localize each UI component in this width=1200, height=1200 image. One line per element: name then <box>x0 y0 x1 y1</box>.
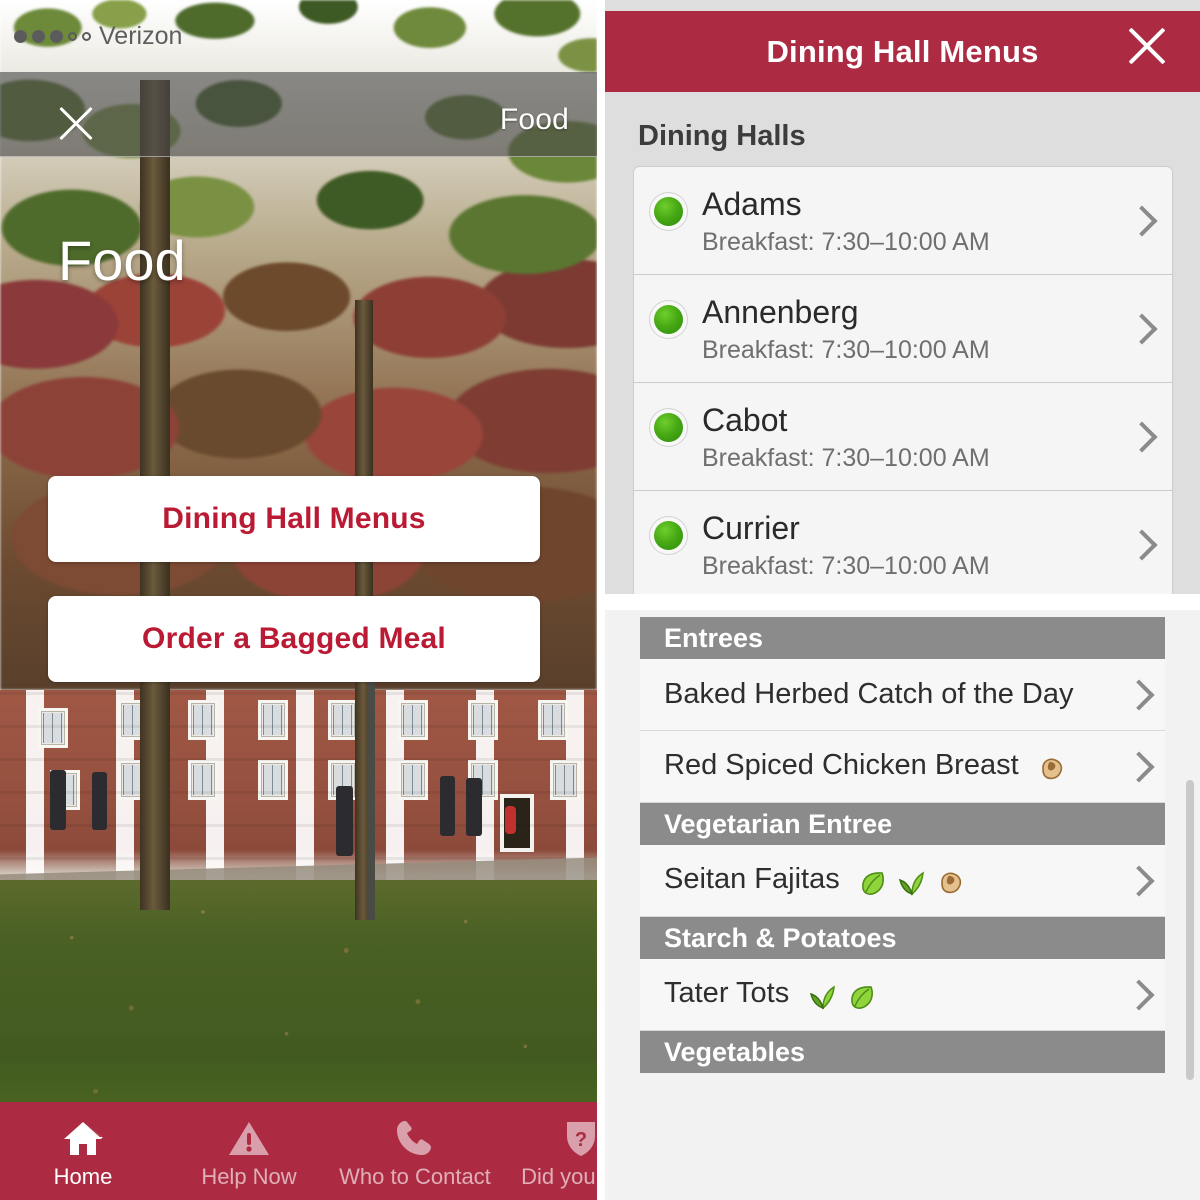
list-item[interactable]: Currier Breakfast: 7:30–10:00 AM <box>634 491 1172 594</box>
person <box>336 786 353 856</box>
status-dot-open <box>654 413 683 442</box>
leaf-vegetarian-icon <box>847 982 877 1012</box>
person <box>440 776 455 836</box>
dining-hall-name: Cabot <box>702 402 788 438</box>
seedling-vegan-icon <box>808 982 838 1012</box>
tab-who-to-contact-label: Who to Contact <box>339 1164 491 1189</box>
dining-hall-name: Adams <box>702 186 802 222</box>
menu-item-name: Tater Tots <box>664 976 790 1009</box>
dining-hall-hours: Breakfast: 7:30–10:00 AM <box>702 336 990 364</box>
menu-section-header: Vegetarian Entree <box>640 803 1165 845</box>
left-phone-screen: Verizon Food Food Dining Hall Menus Orde… <box>0 0 597 1200</box>
menu-item-name: Baked Herbed Catch of the Day <box>664 677 1074 710</box>
dining-halls-list: Adams Breakfast: 7:30–10:00 AM Annenberg… <box>633 166 1173 594</box>
dining-hall-name: Annenberg <box>702 294 859 330</box>
tab-home-label: Home <box>53 1164 113 1189</box>
chevron-right-icon <box>1131 207 1146 234</box>
dining-halls-section-label: Dining Halls <box>638 120 806 152</box>
tab-did-you-know[interactable]: ? Did you Kno <box>498 1102 597 1200</box>
dining-hall-menus-button-label: Dining Hall Menus <box>162 502 426 535</box>
seedling-vegan-icon <box>897 868 927 898</box>
menu-detail-screen: Entrees Baked Herbed Catch of the Day Re… <box>605 610 1200 1200</box>
list-item[interactable]: Adams Breakfast: 7:30–10:00 AM <box>634 167 1172 275</box>
vertical-scrollbar[interactable] <box>1186 780 1194 1080</box>
tab-help-now-label: Help Now <box>201 1164 297 1189</box>
chevron-right-icon <box>1128 981 1143 1008</box>
menu-item-name: Seitan Fajitas <box>664 862 840 895</box>
list-item[interactable]: Red Spiced Chicken Breast <box>640 731 1165 803</box>
status-bar: Verizon <box>0 0 597 72</box>
dining-hall-menus-button[interactable]: Dining Hall Menus <box>48 476 540 562</box>
order-bagged-meal-button[interactable]: Order a Bagged Meal <box>48 596 540 682</box>
page-title: Food <box>58 229 186 292</box>
menu-sections: Entrees Baked Herbed Catch of the Day Re… <box>640 617 1165 1073</box>
list-item[interactable]: Baked Herbed Catch of the Day <box>640 659 1165 731</box>
chevron-right-icon <box>1128 753 1143 780</box>
person <box>92 772 107 830</box>
leaf-vegetarian-icon <box>858 868 888 898</box>
app-screenshot: Verizon Food Food Dining Hall Menus Orde… <box>0 0 1200 1200</box>
modal-title: Dining Hall Menus <box>766 33 1039 69</box>
tab-who-to-contact[interactable]: Who to Contact <box>332 1102 498 1200</box>
list-item[interactable]: Annenberg Breakfast: 7:30–10:00 AM <box>634 275 1172 383</box>
list-item[interactable]: Cabot Breakfast: 7:30–10:00 AM <box>634 383 1172 491</box>
dietary-badges <box>858 868 966 898</box>
dining-hall-hours: Breakfast: 7:30–10:00 AM <box>702 444 990 472</box>
dining-hall-hours: Breakfast: 7:30–10:00 AM <box>702 228 990 256</box>
list-item[interactable]: Seitan Fajitas <box>640 845 1165 917</box>
dietary-badges <box>1037 754 1067 784</box>
dining-halls-screen: Dining Hall Menus Dining Halls Adams Bre… <box>605 0 1200 594</box>
phone-icon <box>393 1118 437 1158</box>
order-bagged-meal-button-label: Order a Bagged Meal <box>142 622 446 655</box>
chevron-right-icon <box>1131 423 1146 450</box>
menu-item-name: Red Spiced Chicken Breast <box>664 748 1019 781</box>
svg-text:?: ? <box>575 1129 587 1151</box>
peanut-allergen-icon <box>1037 754 1067 784</box>
shield-question-icon: ? <box>559 1118 597 1158</box>
peanut-allergen-icon <box>936 868 966 898</box>
close-x-icon[interactable] <box>52 100 100 148</box>
menu-section-header: Entrees <box>640 617 1165 659</box>
bottom-tab-bar: Home Help Now Who to Contact ? Did you <box>0 1102 597 1200</box>
carrier-label: Verizon <box>99 21 183 50</box>
person <box>50 770 66 830</box>
menu-section-header: Starch & Potatoes <box>640 917 1165 959</box>
status-dot-open <box>654 521 683 550</box>
tab-home[interactable]: Home <box>0 1102 166 1200</box>
dining-hall-hours: Breakfast: 7:30–10:00 AM <box>702 552 990 580</box>
nav-title: Food <box>499 103 569 136</box>
chevron-right-icon <box>1128 867 1143 894</box>
chevron-right-icon <box>1131 315 1146 342</box>
lamp-post <box>368 640 375 920</box>
list-item[interactable]: Tater Tots <box>640 959 1165 1031</box>
tab-did-you-know-label: Did you Kno <box>521 1164 597 1189</box>
warning-triangle-icon <box>227 1118 271 1158</box>
menu-section-header: Vegetables <box>640 1031 1165 1073</box>
dining-hall-name: Currier <box>702 510 800 546</box>
dietary-badges <box>808 982 877 1012</box>
chevron-right-icon <box>1131 531 1146 558</box>
modal-header: Dining Hall Menus <box>605 11 1200 92</box>
status-dot-open <box>654 197 683 226</box>
right-screens-column: Dining Hall Menus Dining Halls Adams Bre… <box>605 0 1200 1200</box>
signal-strength-dots <box>14 29 91 43</box>
fire-hydrant <box>505 806 516 834</box>
status-dot-open <box>654 305 683 334</box>
home-icon <box>61 1118 105 1158</box>
tab-help-now[interactable]: Help Now <box>166 1102 332 1200</box>
close-x-icon[interactable] <box>1120 19 1174 73</box>
chevron-right-icon <box>1128 681 1143 708</box>
person <box>466 778 482 836</box>
